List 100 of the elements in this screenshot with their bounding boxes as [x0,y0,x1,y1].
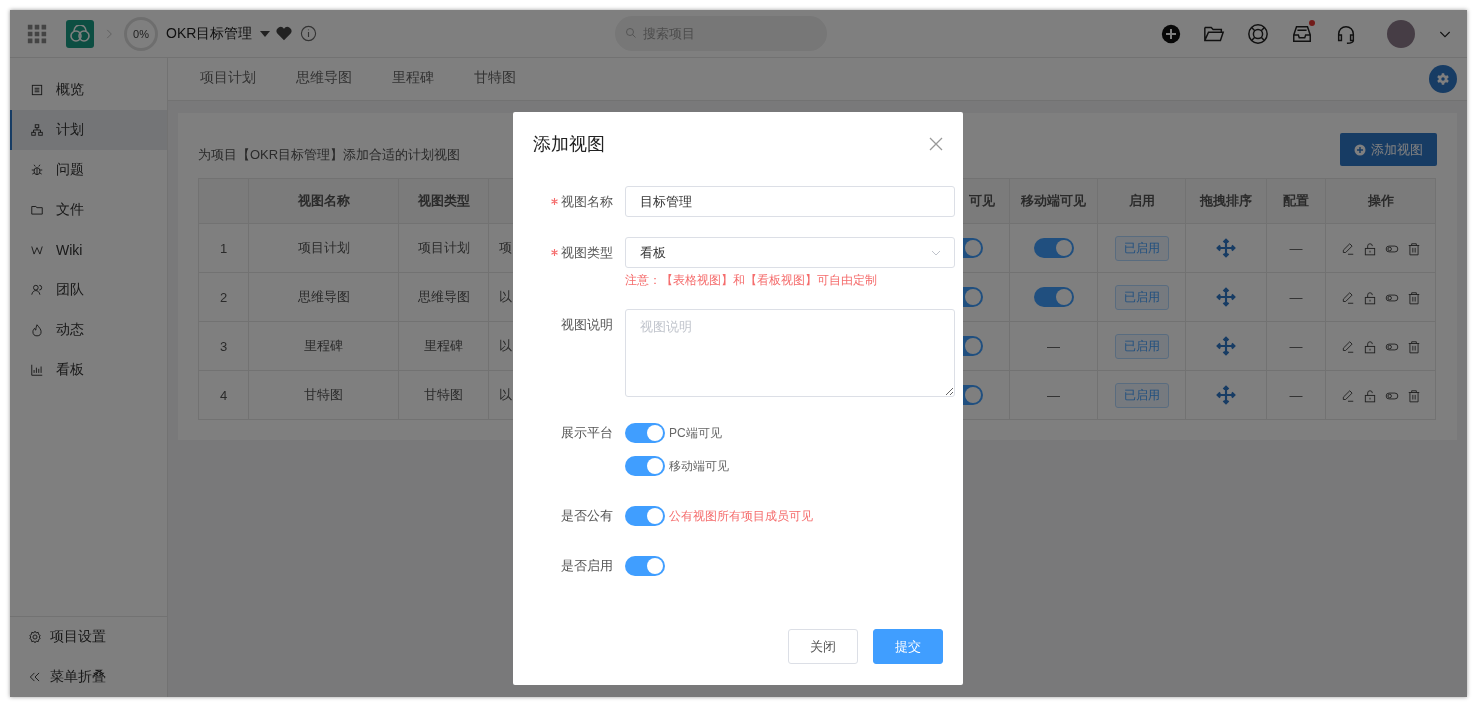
info-icon[interactable] [300,25,318,42]
description-textarea[interactable]: 视图说明 [625,309,955,397]
switch-label: PC端可见 [669,424,722,442]
hint-text: 注意：【表格视图】和【看板视图】可自由定制 [625,272,878,289]
lock-button[interactable] [1362,339,1377,354]
close-dialog-button[interactable]: 关闭 [788,629,858,664]
caret-icon[interactable] [260,30,271,37]
sidebar-item[interactable]: 项目设置 [10,617,167,657]
column-header: 配置 [1266,178,1326,224]
project-title[interactable]: OKR目标管理 [166,24,253,43]
switch-label: 公有视图所有项目成员可见 [669,507,813,525]
settings-button[interactable] [1429,65,1457,93]
hierarchy-icon [30,123,44,137]
edit-button[interactable] [1340,339,1355,354]
sidebar-item[interactable]: 团队 [10,270,167,310]
toggle-switch[interactable] [625,506,665,526]
folder-icon [30,203,44,217]
delete-button[interactable] [1406,339,1421,354]
progress-ring: 0% [124,16,158,51]
plus-circle-icon [1354,143,1366,156]
name-input[interactable]: 目标管理 [625,186,955,217]
edit-button[interactable] [1340,290,1355,305]
apps-grid-icon [26,22,48,45]
flame-icon [30,323,44,337]
bug-icon [30,163,44,177]
table-cell: — [1266,272,1326,322]
delete-button[interactable] [1406,388,1421,403]
sidebar-item[interactable]: 文件 [10,190,167,230]
toggle-switch[interactable] [625,456,665,476]
field-label: 视图类型 [561,244,613,262]
column-header: 移动端可见 [1009,178,1098,224]
dialog-title: 添加视图 [533,133,605,156]
status-tag: 已启用 [1114,284,1169,310]
add-view-button[interactable]: 添加视图 [1340,133,1437,166]
table-cell: 里程碑 [398,321,489,371]
move-arrows-icon [1216,385,1236,405]
avatar[interactable] [1387,19,1415,48]
table-cell: 1 [198,223,249,273]
column-header: 操作 [1325,178,1436,224]
bar-chart-icon [30,363,44,377]
table-cell: — [1266,370,1326,420]
tab[interactable]: 项目计划 [200,59,256,99]
tab[interactable]: 思维导图 [296,59,352,99]
sidebar-item[interactable]: 计划 [10,110,167,150]
lock-button[interactable] [1362,290,1377,305]
table-cell: — [1266,321,1326,371]
table-cell: 里程碑 [248,321,399,371]
sidebar-item[interactable]: 动态 [10,310,167,350]
toggle-switch[interactable] [625,556,665,576]
empty-dash: — [1047,338,1060,354]
lock-button[interactable] [1362,241,1377,256]
table-cell: 项目计划 [248,223,399,273]
tab[interactable]: 里程碑 [392,59,434,99]
move-arrows-icon [1216,336,1236,356]
toggle-switch[interactable] [1033,287,1074,307]
lifebuoy-icon [1247,22,1269,45]
column-header: 视图名称 [248,178,399,224]
table-cell: — [1266,223,1326,273]
table-cell: 2 [198,272,249,322]
settings-icon [28,630,42,644]
close-button[interactable] [929,137,943,151]
table-cell: 3 [198,321,249,371]
heart-icon[interactable] [276,26,293,41]
lock-button[interactable] [1362,388,1377,403]
description-text: 为项目【OKR目标管理】添加合适的计划视图 [198,145,461,164]
sidebar-item[interactable]: 菜单折叠 [10,657,167,697]
table-cell: 甘特图 [248,370,399,420]
field-label: 是否启用 [561,557,613,575]
table-cell: 甘特图 [398,370,489,420]
people-icon [30,283,44,297]
toggle-switch[interactable] [625,423,665,443]
toggle-switch[interactable] [1033,238,1074,258]
tab[interactable]: 甘特图 [474,59,516,99]
submit-button[interactable]: 提交 [873,629,943,664]
edit-button[interactable] [1340,241,1355,256]
search-icon [625,27,637,39]
sidebar-item[interactable]: Wiki [10,230,167,270]
sidebar-item[interactable]: 概览 [10,70,167,110]
required-icon [551,249,558,256]
move-arrows-icon [1216,287,1236,307]
list-icon [30,83,44,97]
table-cell: 项目计划 [398,223,489,273]
table-cell: 4 [198,370,249,420]
table-cell: 思维导图 [248,272,399,322]
column-header: 视图类型 [398,178,489,224]
status-tag: 已启用 [1114,235,1169,261]
edit-button[interactable] [1340,388,1355,403]
app-logo[interactable] [66,19,94,48]
delete-button[interactable] [1406,290,1421,305]
type-select[interactable]: 看板 [625,237,955,268]
status-tag: 已启用 [1114,333,1169,359]
field-label: 展示平台 [561,424,613,442]
switch-label: 移动端可见 [669,457,729,475]
field-label: 视图名称 [561,193,613,211]
gear-icon [1436,72,1450,86]
column-header: 启用 [1097,178,1186,224]
sidebar-item[interactable]: 问题 [10,150,167,190]
sidebar-item[interactable]: 看板 [10,350,167,390]
delete-button[interactable] [1406,241,1421,256]
add-icon[interactable] [1161,23,1181,44]
